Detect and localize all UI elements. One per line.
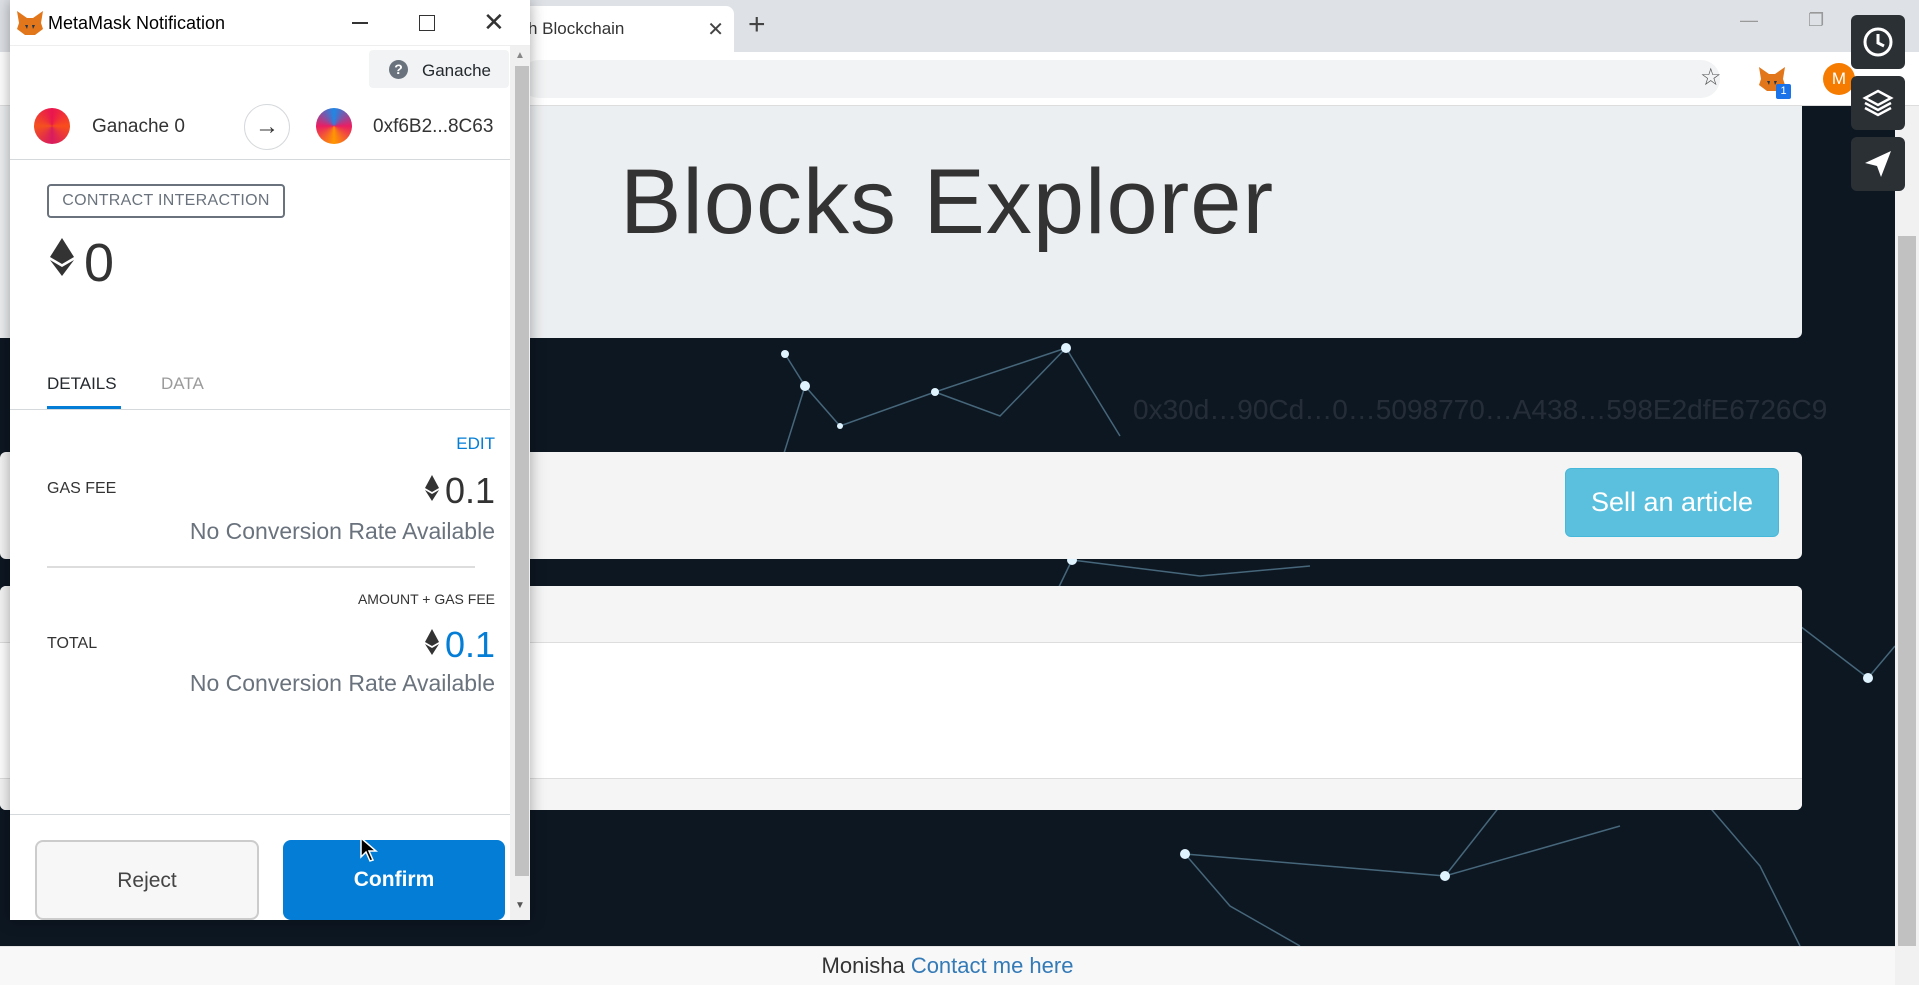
help-icon: ?	[389, 60, 408, 79]
gas-fee-value: 0.1	[444, 470, 495, 511]
section-divider	[47, 566, 475, 568]
page-scrollbar-thumb[interactable]	[1898, 236, 1916, 946]
total-value: 0.1	[444, 624, 495, 665]
account-address: 0x30d…90Cd…0…5098770…A438…598E2dfE6726C9	[1133, 394, 1828, 425]
contact-link[interactable]: Contact me here	[911, 953, 1074, 978]
new-tab-icon[interactable]: +	[748, 8, 766, 42]
window-minimize-icon[interactable]: —	[1740, 10, 1758, 31]
amount-gas-fee-label: AMOUNT + GAS FEE	[357, 591, 495, 607]
tab-details[interactable]: DETAILS	[47, 374, 117, 394]
page-title: Blocks Explorer	[620, 151, 1275, 253]
gas-fee-label: GAS FEE	[47, 480, 117, 497]
sell-article-button[interactable]: Sell an article	[1565, 468, 1779, 537]
reject-button[interactable]: Reject	[35, 840, 259, 920]
network-name: Ganache	[422, 61, 491, 80]
popup-scrollbar-thumb[interactable]	[515, 66, 529, 876]
total-row: 0.1	[424, 624, 495, 666]
transaction-amount: 0	[84, 233, 115, 293]
browser-tab[interactable]: h Blockchain ✕	[516, 6, 734, 52]
recipient-identicon	[316, 108, 352, 144]
tab-title: h Blockchain	[528, 19, 625, 38]
popup-footer-divider	[10, 814, 510, 815]
footer-name: Monisha	[821, 953, 905, 978]
ethereum-icon	[424, 475, 439, 501]
address-bar[interactable]	[520, 60, 1720, 98]
arrow-right-icon: →	[244, 104, 290, 150]
send-icon[interactable]	[1851, 137, 1905, 191]
gas-fee-conversion: No Conversion Rate Available	[189, 518, 495, 544]
recipient-address[interactable]: 0xf6B2...8C63	[373, 116, 493, 138]
scroll-up-icon[interactable]: ▲	[515, 50, 525, 61]
layers-icon[interactable]	[1851, 76, 1905, 130]
page-footer: Monisha Contact me here	[0, 946, 1895, 985]
extension-badge: 1	[1776, 84, 1791, 99]
clock-icon[interactable]	[1851, 15, 1905, 69]
popup-close-icon[interactable]: ✕	[483, 7, 505, 38]
total-label: TOTAL	[47, 635, 98, 652]
details-data-tabs: DETAILS DATA	[10, 360, 510, 410]
sender-identicon	[34, 108, 70, 144]
sender-account[interactable]: Ganache 0	[92, 116, 185, 138]
metamask-fox-icon	[17, 11, 43, 35]
sender-recipient-row: Ganache 0 → 0xf6B2...8C63	[10, 94, 510, 160]
active-tab-indicator	[47, 406, 121, 409]
star-icon[interactable]: ☆	[1700, 63, 1722, 92]
ethereum-icon	[50, 238, 74, 276]
ethereum-icon	[424, 629, 439, 655]
metamask-window-title: MetaMask Notification	[48, 13, 226, 33]
popup-minimize-icon[interactable]	[352, 22, 368, 24]
gas-fee-row: 0.1	[424, 470, 495, 512]
tab-data[interactable]: DATA	[161, 374, 204, 394]
confirm-button[interactable]: Confirm	[283, 840, 505, 920]
metamask-notification-window: MetaMask Notification ✕ ▲ ▼ ? Ganache Ga…	[10, 0, 530, 920]
popup-maximize-icon[interactable]	[419, 15, 435, 31]
edit-gas-link[interactable]: EDIT	[456, 434, 495, 454]
contract-interaction-badge: CONTRACT INTERACTION	[47, 184, 285, 218]
metamask-titlebar: MetaMask Notification ✕	[10, 0, 530, 46]
metamask-extension-icon[interactable]: 1	[1757, 65, 1791, 99]
total-conversion: No Conversion Rate Available	[189, 670, 495, 696]
tab-close-icon[interactable]: ✕	[707, 17, 724, 42]
mouse-cursor-icon	[360, 837, 378, 862]
network-selector[interactable]: ? Ganache	[369, 50, 509, 88]
window-restore-icon[interactable]: ❐	[1808, 10, 1824, 31]
scroll-down-icon[interactable]: ▼	[515, 900, 525, 911]
